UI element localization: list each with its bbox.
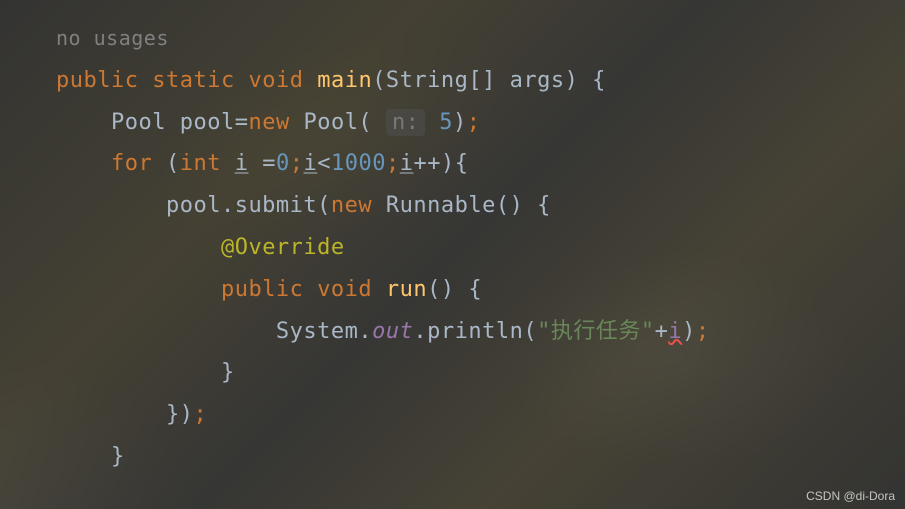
keyword-new: new	[331, 193, 372, 218]
method-run: run	[386, 277, 427, 302]
keyword-new: new	[248, 110, 289, 135]
call-println: .println(	[413, 319, 537, 344]
literal-0: 0	[276, 151, 290, 176]
semicolon: ;	[696, 319, 710, 344]
literal-1000: 1000	[331, 151, 386, 176]
semicolon: ;	[193, 402, 207, 427]
type-pool: Pool	[111, 110, 166, 135]
string-literal: "执行任务"	[537, 319, 655, 344]
var-i: i	[303, 151, 317, 176]
paren-close: )	[682, 319, 696, 344]
keyword-public: public	[56, 68, 138, 93]
param-hint-n: n:	[386, 109, 426, 136]
keyword-public: public	[221, 277, 303, 302]
var-i: i	[235, 151, 249, 176]
var-pool: pool=	[180, 110, 249, 135]
code-block[interactable]: no usages public static void main(String…	[0, 18, 905, 478]
keyword-int: int	[180, 151, 221, 176]
call-submit: pool.submit(	[166, 193, 331, 218]
method-main: main	[317, 68, 372, 93]
ctor-pool: Pool(	[303, 110, 372, 135]
parens: () {	[427, 277, 482, 302]
brace-close: }	[111, 444, 125, 469]
paren-close: )	[453, 110, 467, 135]
op-lt: <	[317, 151, 331, 176]
brace-close: }	[221, 360, 235, 385]
system-class: System.	[276, 319, 372, 344]
semicolon: ;	[290, 151, 304, 176]
op-plus: +	[655, 319, 669, 344]
watermark: CSDN @di-Dora	[806, 489, 895, 503]
op-inc: ++){	[413, 151, 468, 176]
keyword-void: void	[317, 277, 372, 302]
runnable: Runnable() {	[386, 193, 551, 218]
field-out: out	[372, 319, 413, 344]
literal-5: 5	[439, 110, 453, 135]
usages-hint: no usages	[56, 26, 169, 50]
brace-close: })	[166, 402, 194, 427]
keyword-static: static	[152, 68, 234, 93]
keyword-void: void	[248, 68, 303, 93]
semicolon: ;	[386, 151, 400, 176]
op-eq: =	[248, 151, 276, 176]
params: (String[] args) {	[372, 68, 606, 93]
annotation-override: @Override	[221, 235, 345, 260]
semicolon: ;	[467, 110, 481, 135]
keyword-for: for	[111, 151, 152, 176]
paren-open: (	[152, 151, 180, 176]
code-editor[interactable]: no usages public static void main(String…	[0, 0, 905, 509]
var-i-warn: i	[668, 319, 682, 344]
var-i: i	[400, 151, 414, 176]
